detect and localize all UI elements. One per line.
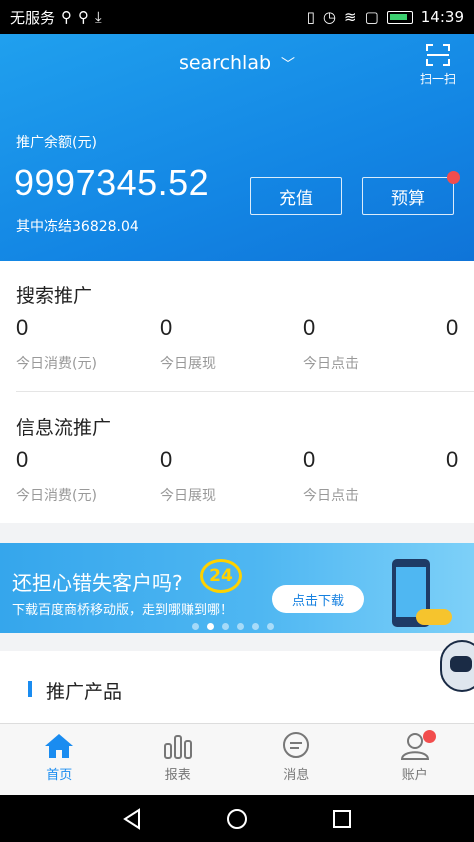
carousel-dot[interactable] bbox=[222, 623, 229, 630]
usb-icon: ⚲ bbox=[78, 8, 90, 26]
stat-label: 今日展现 bbox=[160, 356, 216, 372]
scan-button[interactable]: 扫一扫 bbox=[416, 44, 460, 87]
scan-icon bbox=[426, 44, 450, 66]
sim-icon: ▢ bbox=[364, 8, 379, 26]
tab-messages[interactable]: 消息 bbox=[237, 724, 356, 795]
stat-label: 今日点击 bbox=[303, 356, 359, 372]
stat-label: 今日消费(元) bbox=[16, 356, 97, 372]
scan-label: 扫一扫 bbox=[419, 72, 456, 86]
chart-icon bbox=[163, 735, 192, 759]
carousel-dot[interactable] bbox=[192, 623, 199, 630]
budget-label: 预算 bbox=[391, 188, 425, 209]
stat-extra: 0 bbox=[446, 315, 474, 353]
carousel-dot[interactable] bbox=[267, 623, 274, 630]
stat-value: 0 bbox=[303, 447, 316, 472]
wifi-icon: ≋ bbox=[344, 8, 357, 26]
tab-label: 消息 bbox=[283, 768, 310, 783]
stat-clicks: 0 今日点击 bbox=[303, 447, 443, 505]
back-icon[interactable] bbox=[121, 807, 143, 830]
stat-value: 0 bbox=[160, 315, 173, 340]
alarm-icon: ◷ bbox=[322, 8, 336, 26]
feed-promo-section[interactable]: 信息流推广 0 今日消费(元) 0 今日展现 0 今日点击 0 bbox=[0, 393, 474, 523]
banner-headline: 还担心错失客户吗? bbox=[12, 571, 183, 595]
download-button[interactable]: 点击下载 bbox=[272, 585, 364, 613]
section-accent bbox=[28, 681, 32, 697]
stat-label: 今日点击 bbox=[303, 488, 359, 504]
account-name: searchlab bbox=[178, 52, 272, 74]
stat-value: 0 bbox=[160, 447, 173, 472]
chevron-down-icon: ﹀ bbox=[281, 57, 296, 73]
stat-label: 今日展现 bbox=[160, 488, 216, 504]
bottom-tab-bar: 首页 报表 消息 账户 bbox=[0, 723, 474, 795]
carrier-text: 无服务 bbox=[10, 8, 56, 27]
stat-impressions: 0 今日展现 bbox=[160, 447, 300, 505]
coins-illustration bbox=[416, 609, 452, 625]
stat-value: 0 bbox=[446, 315, 459, 340]
stat-spend: 0 今日消费(元) bbox=[16, 447, 156, 505]
recents-icon[interactable] bbox=[331, 808, 353, 830]
frozen-amount: 其中冻结36828.04 bbox=[16, 219, 139, 235]
tab-account[interactable]: 账户 bbox=[356, 724, 474, 795]
search-promo-section[interactable]: 搜索推广 0 今日消费(元) 0 今日展现 0 今日点击 0 bbox=[0, 261, 474, 392]
home-icon bbox=[45, 734, 74, 758]
stat-spend: 0 今日消费(元) bbox=[16, 315, 156, 373]
download-icon: ⤓ bbox=[95, 8, 102, 26]
section-title: 搜索推广 bbox=[16, 285, 93, 307]
tab-reports[interactable]: 报表 bbox=[119, 724, 238, 795]
clock-24h-icon: 24 bbox=[200, 559, 242, 593]
status-bar: 无服务 ⚲ ⚲ ⤓ ▯ ◷ ≋ ▢ 14:39 bbox=[0, 0, 474, 34]
tab-label: 账户 bbox=[401, 768, 428, 783]
recharge-button[interactable]: 充值 bbox=[250, 177, 342, 215]
carousel-dot[interactable] bbox=[207, 623, 214, 630]
balance-value: 9997345.52 bbox=[14, 162, 210, 203]
divider bbox=[16, 391, 474, 392]
account-switcher[interactable]: searchlab ﹀ bbox=[0, 52, 474, 74]
assistant-robot-icon[interactable] bbox=[440, 640, 474, 692]
stat-clicks: 0 今日点击 bbox=[303, 315, 443, 373]
budget-button[interactable]: 预算 bbox=[362, 171, 460, 215]
stat-value: 0 bbox=[303, 315, 316, 340]
stat-label: 今日消费(元) bbox=[16, 488, 97, 504]
stat-extra: 0 bbox=[446, 447, 474, 485]
tab-label: 首页 bbox=[46, 768, 73, 783]
stat-value: 0 bbox=[16, 315, 29, 340]
vibrate-icon: ▯ bbox=[306, 8, 315, 26]
account-header: searchlab ﹀ 扫一扫 推广余额(元) 9997345.52 其中冻结36… bbox=[0, 34, 474, 261]
message-icon bbox=[283, 732, 310, 758]
carousel-indicator bbox=[192, 623, 274, 630]
usb-icon: ⚲ bbox=[61, 8, 73, 26]
stat-value: 0 bbox=[16, 447, 29, 472]
tab-label: 报表 bbox=[164, 768, 191, 783]
system-nav-bar bbox=[0, 795, 474, 842]
balance-label: 推广余额(元) bbox=[16, 135, 97, 151]
battery-icon bbox=[386, 10, 413, 24]
section-title: 信息流推广 bbox=[16, 417, 112, 439]
banner-subline: 下载百度商桥移动版，走到哪赚到哪！ bbox=[12, 603, 234, 618]
section-title: 推广产品 bbox=[46, 681, 123, 703]
stats-panel: 搜索推广 0 今日消费(元) 0 今日展现 0 今日点击 0 信息流推广 0 今… bbox=[0, 261, 474, 523]
products-section: 推广产品 bbox=[0, 651, 474, 723]
home-circle-icon[interactable] bbox=[226, 808, 248, 830]
notification-dot bbox=[447, 171, 460, 184]
promo-banner[interactable]: 还担心错失客户吗? 24 下载百度商桥移动版，走到哪赚到哪！ 点击下载 bbox=[0, 543, 474, 633]
tab-home[interactable]: 首页 bbox=[0, 724, 119, 795]
carousel-dot[interactable] bbox=[237, 623, 244, 630]
stat-impressions: 0 今日展现 bbox=[160, 315, 300, 373]
clock: 14:39 bbox=[420, 8, 464, 26]
stat-value: 0 bbox=[446, 447, 459, 472]
notification-dot bbox=[422, 730, 436, 743]
carousel-dot[interactable] bbox=[252, 623, 259, 630]
